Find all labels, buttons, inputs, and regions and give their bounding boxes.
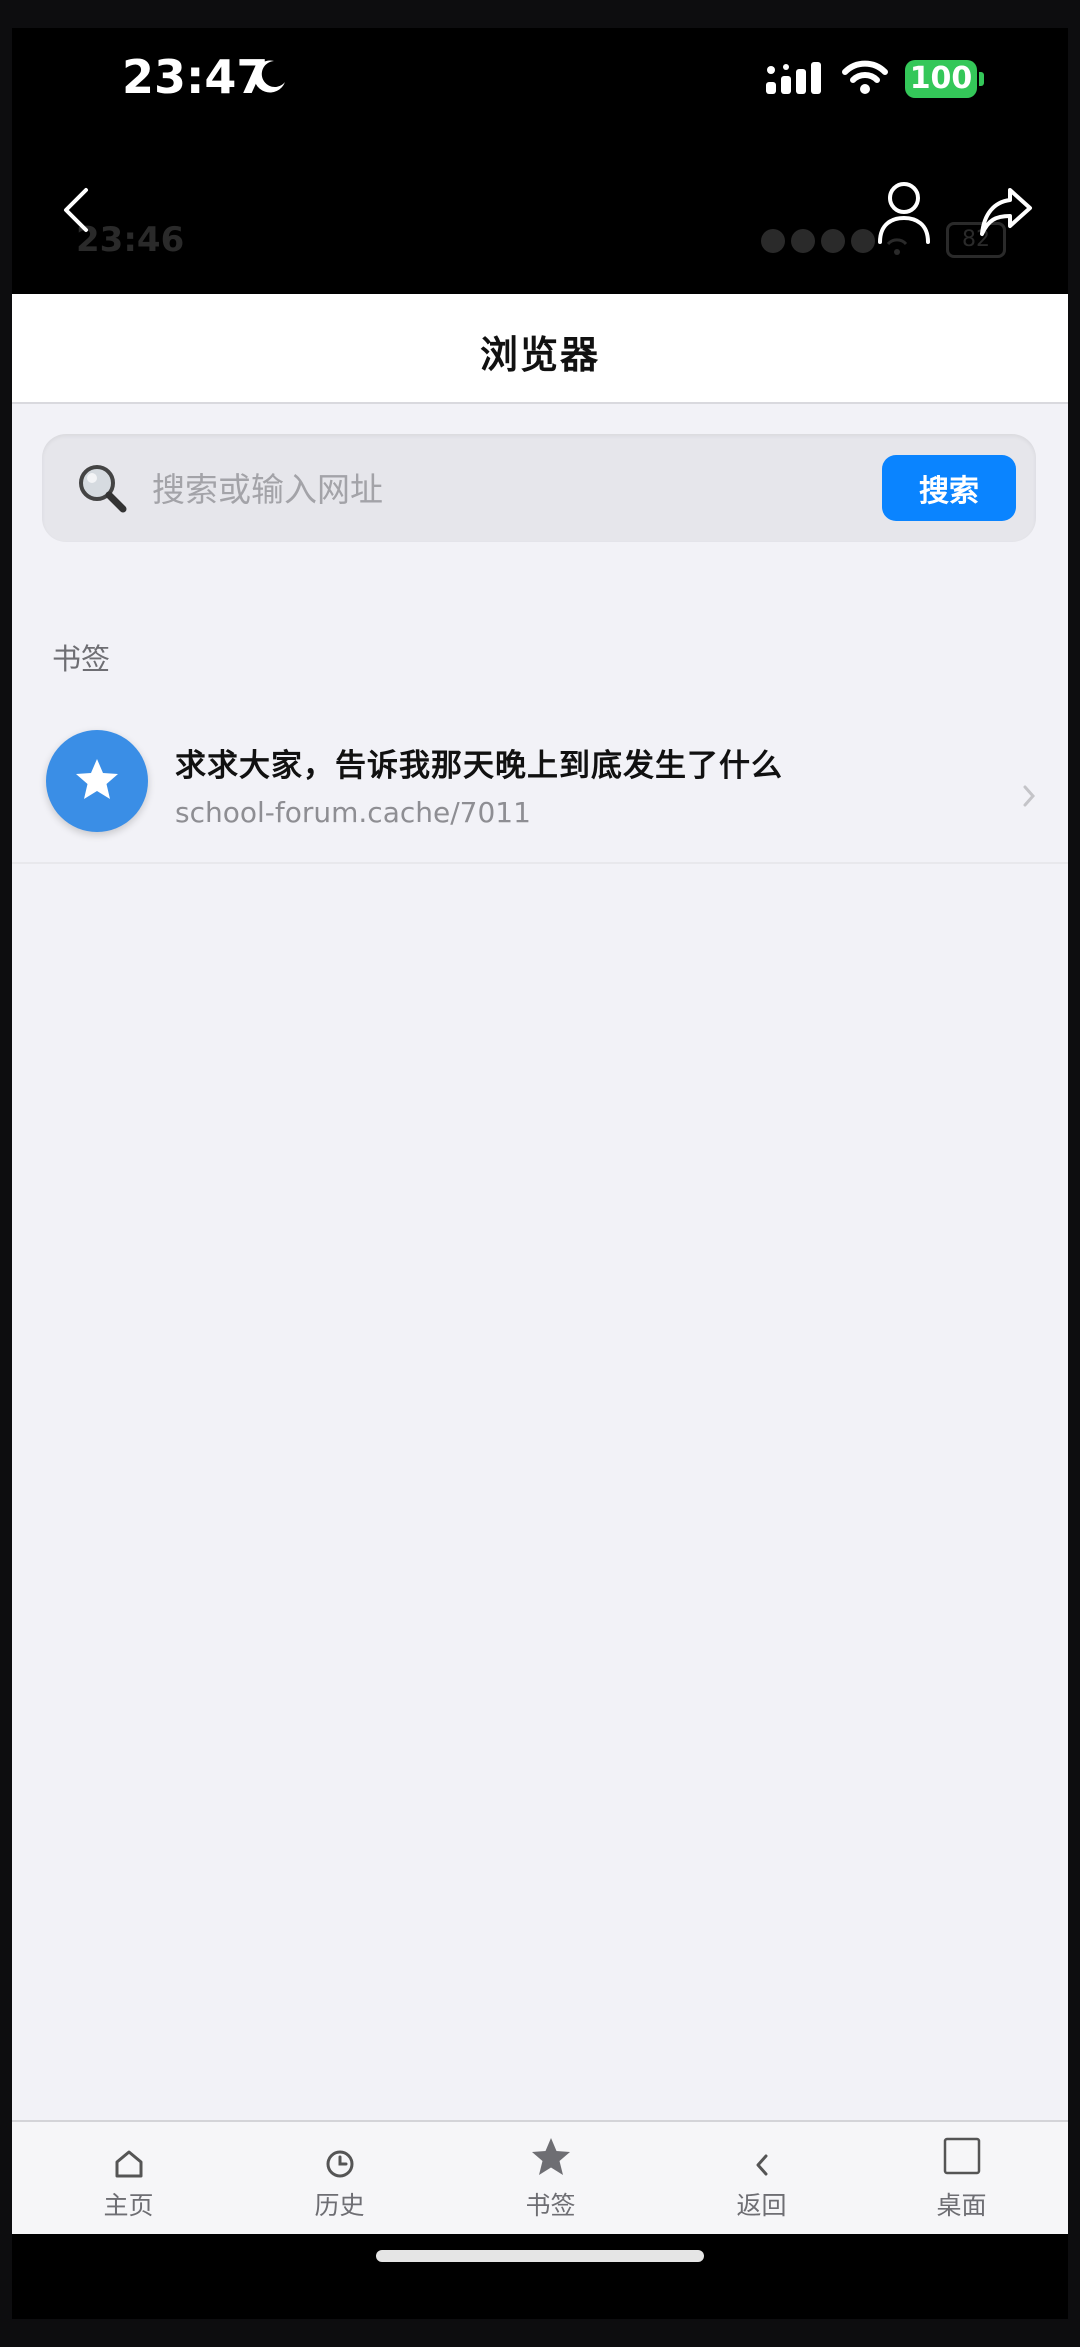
share-button[interactable] [978, 184, 1034, 240]
section-label-bookmarks: 书签 [52, 642, 111, 676]
tab-back[interactable]: 返回 [656, 2122, 867, 2234]
bookmark-url: school-forum.cache/7011 [175, 796, 531, 829]
share-arrow-icon [980, 188, 1032, 236]
search-icon [76, 462, 128, 518]
chevron-left-icon [656, 2136, 867, 2180]
wifi-icon [842, 58, 888, 100]
tab-label: 桌面 [936, 2191, 987, 2220]
phone-screen: 23:47 100 23:46 82 浏览器 搜索或输入网址 搜索 书签 求求大… [12, 28, 1068, 2319]
search-button[interactable]: 搜索 [882, 455, 1016, 521]
profile-button[interactable] [874, 180, 934, 246]
tab-label: 返回 [736, 2191, 787, 2220]
battery-cap [979, 72, 984, 86]
battery-level: 100 [905, 60, 977, 98]
home-indicator[interactable] [376, 2250, 704, 2262]
bookmark-item[interactable]: 求求大家，告诉我那天晚上到底发生了什么 school-forum.cache/7… [12, 704, 1068, 864]
tab-history[interactable]: 历史 [234, 2122, 445, 2234]
tab-bookmarks[interactable]: 书签 [445, 2122, 656, 2234]
search-bar: 搜索 [42, 434, 1036, 542]
search-input[interactable] [150, 458, 754, 520]
chevron-right-icon [1022, 784, 1036, 812]
square-icon [856, 2136, 1067, 2180]
home-icon [23, 2136, 234, 2180]
clock-icon [234, 2136, 445, 2180]
star-icon [71, 754, 123, 810]
status-bar: 23:47 100 [12, 28, 1068, 128]
person-icon [878, 182, 930, 244]
bottom-tab-bar: 主页 历史 书签 返回 桌面 [12, 2120, 1068, 2234]
tab-label: 书签 [525, 2191, 576, 2220]
browser-page: 浏览器 搜索 书签 求求大家，告诉我那天晚上 [12, 294, 1068, 2234]
tab-home[interactable]: 主页 [23, 2122, 234, 2234]
status-time: 23:47 [122, 50, 269, 104]
bookmark-avatar [46, 730, 148, 832]
moon-icon [250, 58, 288, 100]
signal-icon [766, 62, 824, 100]
chevron-left-icon [64, 188, 88, 232]
bookmark-title: 求求大家，告诉我那天晚上到底发生了什么 [175, 748, 783, 784]
tab-label: 主页 [103, 2191, 154, 2220]
star-icon [445, 2136, 656, 2180]
tab-desktop[interactable]: 桌面 [856, 2122, 1067, 2234]
title-bar: 浏览器 [12, 294, 1068, 404]
tab-label: 历史 [314, 2191, 365, 2220]
page-title: 浏览器 [479, 333, 600, 377]
back-button[interactable] [56, 182, 96, 238]
